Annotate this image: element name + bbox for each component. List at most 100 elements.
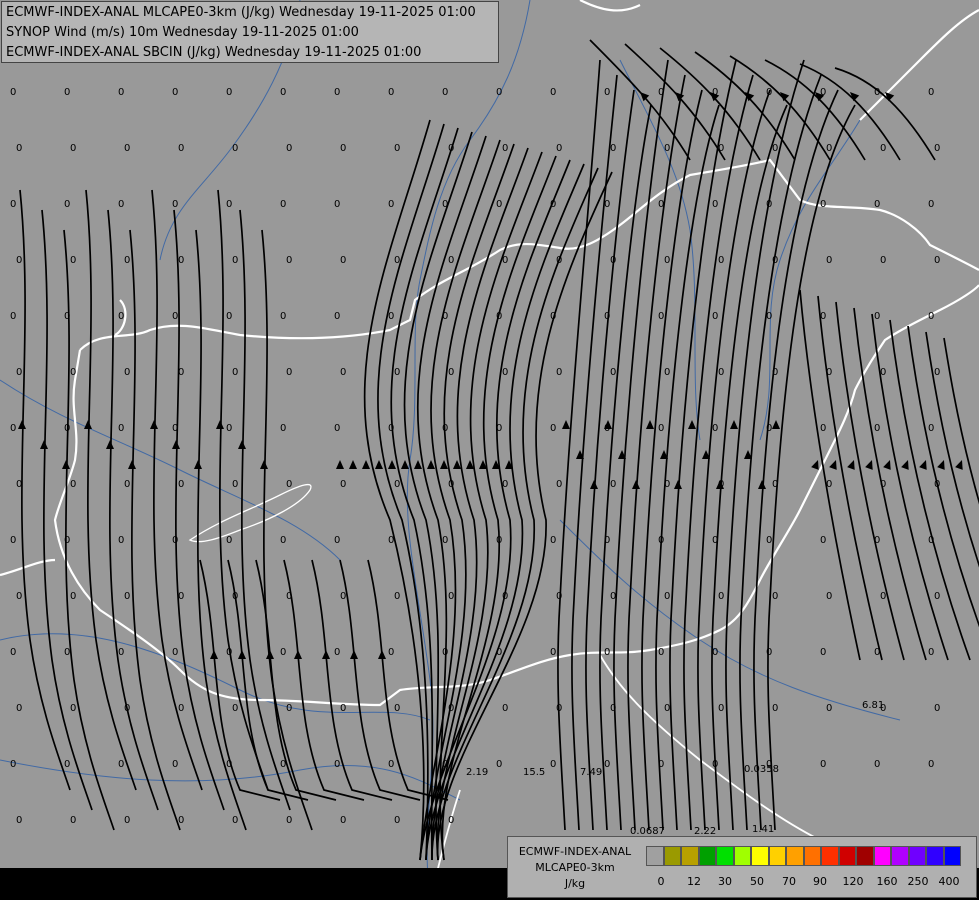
value-label: 0: [556, 591, 562, 602]
value-label: 0: [172, 311, 178, 322]
value-label: 0: [124, 591, 130, 602]
value-label: 0: [718, 143, 724, 154]
value-label: 0: [64, 423, 70, 434]
stream-arrow: [590, 480, 598, 489]
value-label: 0: [10, 199, 16, 210]
value-label: 0: [172, 759, 178, 770]
stream-arrow: [937, 460, 945, 470]
value-label: 0: [604, 87, 610, 98]
stream-arrow: [172, 440, 180, 449]
value-label: 0: [766, 87, 772, 98]
value-label: 0: [928, 423, 934, 434]
legend-swatch: [908, 846, 926, 866]
legend-swatch: [891, 846, 909, 866]
stream-arrow: [62, 460, 70, 469]
legend-swatch: [663, 846, 681, 866]
value-label: 0: [172, 535, 178, 546]
value-label: 0: [334, 87, 340, 98]
value-label: 0: [664, 143, 670, 154]
stream-arrow: [378, 650, 386, 659]
value-label: 0: [610, 591, 616, 602]
value-label: 0: [124, 815, 130, 826]
value-label: 0: [334, 199, 340, 210]
stream-arrow: [562, 420, 570, 429]
value-label: 0: [16, 143, 22, 154]
value-label: 0: [610, 367, 616, 378]
value-label: 0: [64, 311, 70, 322]
value-label: 0: [658, 759, 664, 770]
value-label: 0: [118, 647, 124, 658]
value-label: 0: [448, 591, 454, 602]
value-label: 0: [394, 367, 400, 378]
value-label: 0: [664, 703, 670, 714]
value-label: 0: [550, 759, 556, 770]
value-label: 0: [280, 647, 286, 658]
value-label: 0: [880, 255, 886, 266]
streamline: [817, 295, 883, 661]
legend-swatch: [838, 846, 856, 866]
value-label: 0: [394, 479, 400, 490]
value-label: 0: [658, 423, 664, 434]
stream-arrow: [632, 480, 640, 489]
value-label: 0: [70, 367, 76, 378]
value-label: 0: [232, 591, 238, 602]
value-label: 0: [124, 479, 130, 490]
legend-unit: J/kg: [564, 877, 586, 890]
streamline: [425, 143, 515, 861]
stream-arrow: [883, 460, 891, 470]
streamline: [390, 127, 459, 861]
value-label: 0: [766, 647, 772, 658]
streamlines: [19, 39, 979, 861]
legend-swatch: [646, 846, 664, 866]
value-label: 0: [286, 367, 292, 378]
streamline: [227, 559, 309, 801]
value-label: 0: [448, 255, 454, 266]
value-label: 0: [394, 591, 400, 602]
value-label: 0: [286, 703, 292, 714]
value-label: 0: [766, 311, 772, 322]
streamline: [571, 74, 618, 831]
legend-swatch: [821, 846, 839, 866]
value-label: 0: [496, 759, 502, 770]
value-label: 0: [340, 255, 346, 266]
value-label: 0: [934, 703, 940, 714]
value-label: 0: [232, 143, 238, 154]
value-label: 0: [448, 367, 454, 378]
value-label: 0: [556, 367, 562, 378]
stream-arrow: [730, 420, 738, 429]
value-label: 0: [394, 143, 400, 154]
value-label: 0: [448, 143, 454, 154]
stream-arrow: [847, 460, 855, 470]
value-label: 0: [820, 647, 826, 658]
value-label: 0: [664, 255, 670, 266]
stream-arrow: [414, 460, 422, 469]
stream-arrow: [350, 650, 358, 659]
legend-swatch: [681, 846, 699, 866]
value-label: 0: [118, 87, 124, 98]
value-label: 0: [664, 591, 670, 602]
value-label: 0: [604, 535, 610, 546]
value-label: 0: [934, 591, 940, 602]
value-label: 0: [502, 479, 508, 490]
value-label: 0: [826, 703, 832, 714]
value-label: 0: [172, 87, 178, 98]
value-label: 0: [928, 199, 934, 210]
stream-arrow: [829, 460, 837, 470]
legend-swatch: [786, 846, 804, 866]
value-label: 0: [178, 143, 184, 154]
value-label: 0: [448, 479, 454, 490]
value-label: 0: [664, 479, 670, 490]
value-label: 0: [394, 703, 400, 714]
streamline: [431, 167, 599, 861]
stream-arrow: [427, 460, 435, 469]
value-label: 0: [10, 759, 16, 770]
value-label: 0: [502, 143, 508, 154]
header-line-cin: ECMWF-INDEX-ANAL SBCIN (J/kg) Wednesday …: [6, 45, 422, 60]
stream-arrow: [780, 92, 790, 102]
value-label: 0: [496, 87, 502, 98]
value-label: 0: [334, 647, 340, 658]
value-label: 0: [16, 479, 22, 490]
legend-param: MLCAPE0-3km: [535, 861, 615, 874]
value-label: 0: [826, 591, 832, 602]
streamline: [725, 59, 805, 831]
